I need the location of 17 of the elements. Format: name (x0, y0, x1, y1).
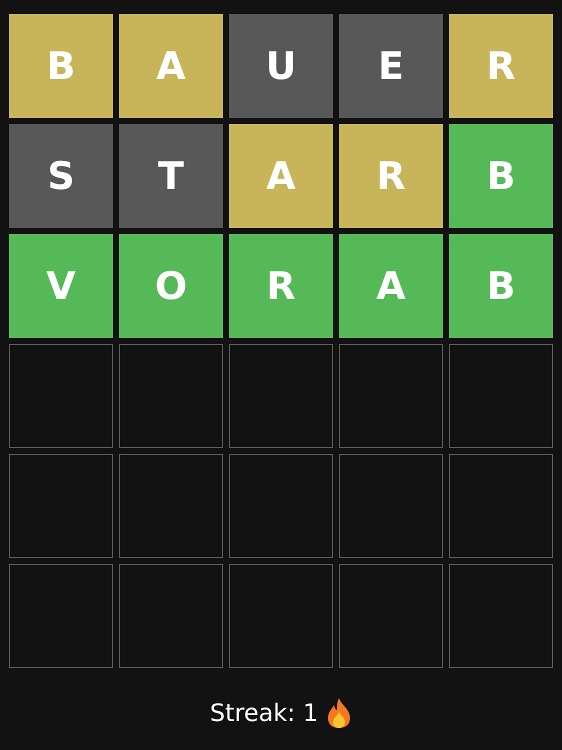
letter-tile: O (119, 234, 223, 338)
letter-tile: E (339, 14, 443, 118)
letter-tile: V (9, 234, 113, 338)
letter-tile: R (449, 14, 553, 118)
letter-tile: T (119, 124, 223, 228)
letter-tile: S (9, 124, 113, 228)
letter-tile: A (339, 234, 443, 338)
letter-tile: U (229, 14, 333, 118)
letter-tile: A (229, 124, 333, 228)
letter-tile: B (449, 234, 553, 338)
letter-tile: B (449, 124, 553, 228)
letter-tile: B (9, 14, 113, 118)
letter-tile: A (119, 14, 223, 118)
letter-tile: R (229, 234, 333, 338)
fire-icon (326, 697, 352, 729)
letter-tile: R (339, 124, 443, 228)
streak-counter: Streak: 1 (210, 698, 318, 729)
